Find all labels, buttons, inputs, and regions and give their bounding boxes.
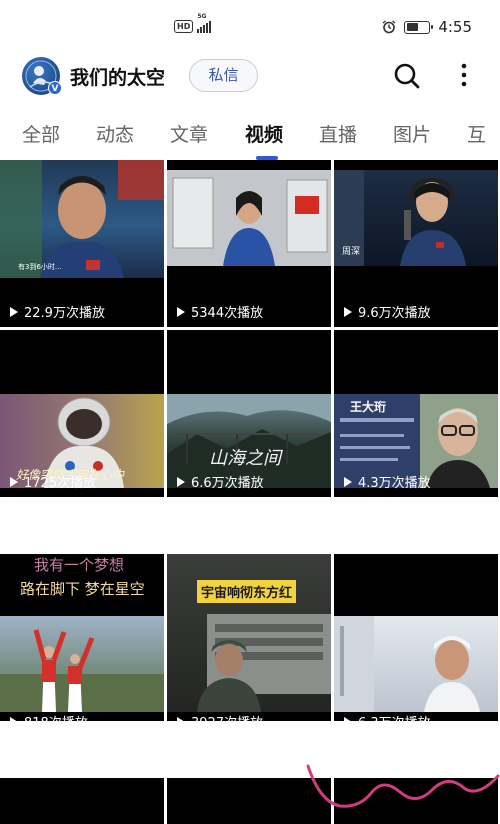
alarm-icon [382, 20, 396, 34]
video-card[interactable]: 6.3万次播放 [334, 554, 498, 721]
status-bar: HD 5G 4:55 [0, 0, 500, 44]
video-caption: 王大珩 [350, 400, 387, 414]
tab-updates[interactable]: 动态 [96, 120, 134, 147]
view-count-text: 5344次播放 [191, 306, 264, 321]
view-count: 6.6万次播放 [177, 472, 264, 491]
channel-header: V 我们的太空 私信 [0, 44, 500, 106]
video-card[interactable]: 好像突然宇宙在心中 1725次播放 [0, 330, 164, 497]
view-count: 22.9万次播放 [10, 302, 105, 321]
video-thumbnail [334, 616, 498, 712]
view-count: 1725次播放 [10, 472, 96, 491]
decorative-wave-icon [306, 764, 500, 808]
play-icon [10, 716, 18, 721]
tab-all[interactable]: 全部 [22, 120, 60, 147]
view-count: 4.3万次播放 [344, 472, 431, 491]
view-count: 6.3万次播放 [344, 712, 431, 721]
view-count-text: 22.9万次播放 [24, 306, 105, 321]
search-icon[interactable] [393, 62, 421, 90]
video-thumbnail: 宇宙响彻东方红 [167, 554, 331, 712]
view-count-text: 4.3万次播放 [358, 476, 431, 491]
dancers-image [0, 629, 164, 712]
space-station-image [167, 170, 331, 266]
view-count-text: 6.3万次播放 [358, 712, 431, 721]
video-card[interactable]: 山海之间 6.6万次播放 [167, 330, 331, 497]
verified-badge-icon: V [48, 81, 62, 95]
clock: 4:55 [438, 18, 472, 36]
video-thumbnail: 周深 [334, 170, 498, 266]
battery-icon [404, 20, 434, 34]
signal-icon: 5G [197, 13, 212, 33]
tab-live[interactable]: 直播 [319, 120, 357, 147]
video-card[interactable]: 周深 9.6万次播放 [334, 160, 498, 327]
video-card[interactable] [0, 778, 164, 824]
view-count-text: 3927次播放 [191, 712, 263, 721]
video-caption: 有3到6小时... [18, 263, 62, 271]
video-card[interactable]: 王大珩 4.3万次播放 [334, 330, 498, 497]
tab-bar: 全部 动态 文章 视频 直播 图片 互 [0, 106, 500, 160]
channel-title: 我们的太空 [70, 67, 166, 89]
view-count-text: 6.6万次播放 [191, 476, 264, 491]
tab-articles[interactable]: 文章 [170, 120, 208, 147]
network-type: 5G [197, 13, 207, 20]
video-card[interactable]: 宇宙响彻东方红 3927次播放 [167, 554, 331, 721]
video-card[interactable]: 5344次播放 [167, 160, 331, 327]
view-count: 9.6万次播放 [344, 302, 431, 321]
play-icon [344, 476, 352, 487]
more-options-icon[interactable] [456, 60, 472, 90]
view-count-text: 9.6万次播放 [358, 306, 431, 321]
battery-fill [406, 23, 418, 31]
direct-message-button[interactable]: 私信 [189, 59, 258, 92]
play-icon [10, 306, 18, 317]
view-count: 3927次播放 [177, 712, 263, 721]
video-grid: 有3到6小时... 22.9万次播放 5344次播放 周深 9.6万次播放 好像… [0, 160, 500, 824]
play-icon [177, 306, 185, 317]
tab-more[interactable]: 互 [467, 120, 486, 147]
hd-badge: HD [174, 19, 194, 33]
play-icon [344, 306, 352, 317]
video-card[interactable]: 我有一个梦想 路在脚下 梦在星空 818次播放 [0, 554, 164, 721]
status-right: 4:55 [382, 18, 472, 36]
video-thumbnail: 有3到6小时... [0, 160, 164, 278]
video-caption-bottom: 路在脚下 梦在星空 [20, 580, 145, 598]
play-icon [177, 476, 185, 487]
view-count-text: 818次播放 [24, 712, 88, 721]
view-count: 818次播放 [10, 712, 88, 721]
video-caption: 宇宙响彻东方红 [197, 580, 297, 603]
video-thumbnail [167, 170, 331, 266]
astronaut-portrait-image [0, 160, 164, 278]
status-left: HD 5G [174, 13, 212, 33]
tab-videos[interactable]: 视频 [245, 120, 283, 147]
video-card[interactable]: 有3到6小时... 22.9万次播放 [0, 160, 164, 327]
tab-images[interactable]: 图片 [393, 120, 431, 147]
play-icon [177, 716, 185, 721]
engineer-portrait-image [334, 616, 480, 712]
video-caption: 周深 [342, 247, 361, 257]
view-count-text: 1725次播放 [24, 476, 97, 491]
play-icon [344, 716, 352, 721]
video-caption: 山海之间 [209, 448, 281, 469]
video-caption-top: 我有一个梦想 [34, 556, 125, 574]
view-count: 5344次播放 [177, 302, 263, 321]
play-icon [10, 476, 18, 487]
control-room-image [197, 614, 331, 712]
video-thumbnail [0, 616, 164, 712]
